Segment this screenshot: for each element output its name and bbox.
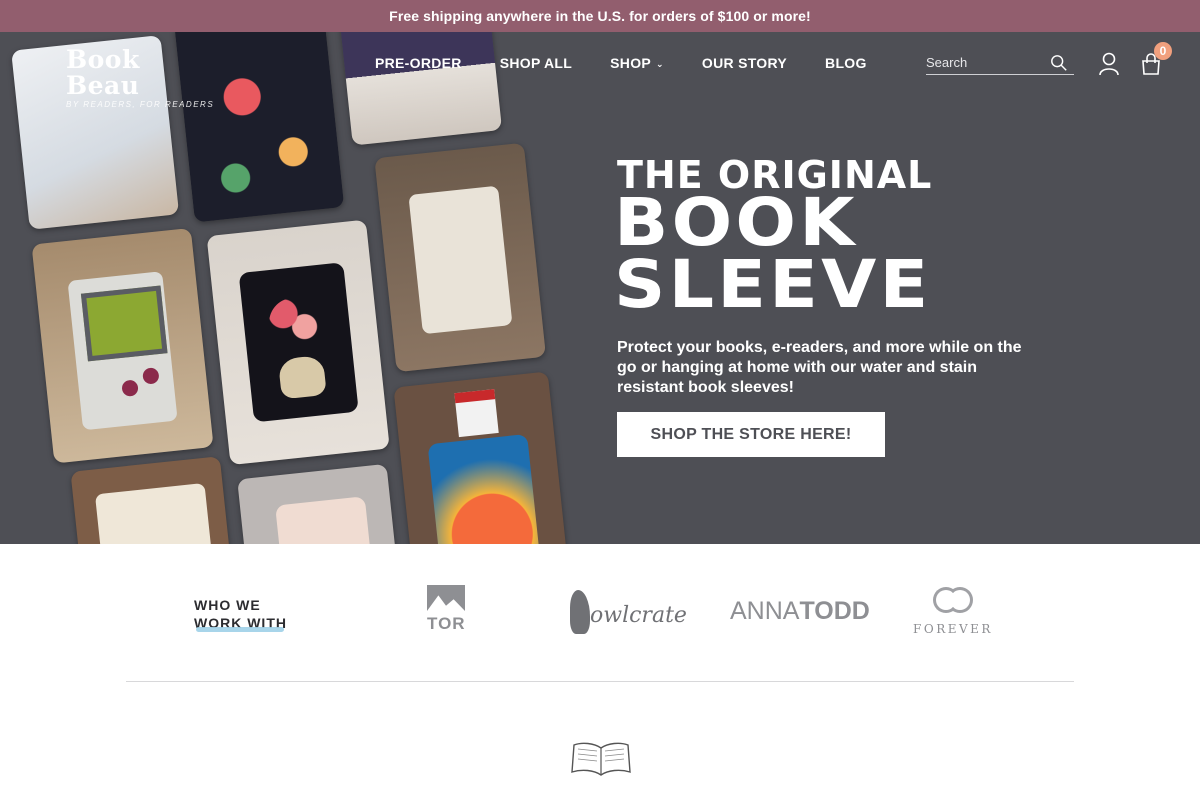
collage-photo bbox=[70, 456, 240, 544]
anna-todd-logo: ANNATODD bbox=[730, 597, 870, 626]
collage-photo bbox=[206, 219, 390, 466]
hero-description: Protect your books, e-readers, and more … bbox=[617, 339, 1022, 396]
search-bar bbox=[926, 51, 1074, 75]
search-icon[interactable] bbox=[1050, 54, 1068, 72]
nav-item-pre-order[interactable]: PRE-ORDER bbox=[375, 55, 462, 71]
collage-photo bbox=[374, 142, 547, 373]
nav-item-our-story[interactable]: OUR STORY bbox=[702, 55, 787, 71]
search-input[interactable] bbox=[926, 51, 1041, 73]
partners-heading-line: WHO WE bbox=[194, 597, 261, 613]
nav-label: OUR STORY bbox=[701, 55, 788, 71]
forever-logo: FOREVER bbox=[912, 585, 994, 639]
owlcrate-logo-text: owlcrate bbox=[590, 603, 687, 628]
nav-label: PRE-ORDER bbox=[375, 55, 462, 71]
forever-rings-icon bbox=[931, 585, 975, 613]
tor-logo-text: TOR bbox=[427, 614, 466, 633]
collage-photo bbox=[393, 371, 572, 544]
site-logo[interactable]: Book Beau BY READERS, FOR READERS bbox=[66, 45, 216, 110]
collage-photo bbox=[337, 32, 503, 146]
nav-label: SHOP ALL bbox=[499, 55, 573, 71]
heading-underline bbox=[196, 627, 284, 632]
owlcrate-logo: owlcrate bbox=[568, 588, 687, 638]
anna-todd-first: ANNA bbox=[730, 597, 800, 625]
nav-item-shop-all[interactable]: SHOP ALL bbox=[500, 55, 572, 71]
nav-label: BLOG bbox=[825, 55, 867, 71]
main-nav: PRE-ORDER SHOP ALL SHOP ⌄ OUR STORY BLOG bbox=[375, 55, 905, 71]
account-icon[interactable] bbox=[1098, 52, 1120, 76]
collage-photo bbox=[31, 227, 214, 464]
nav-label: SHOP bbox=[610, 55, 652, 71]
nav-item-blog[interactable]: BLOG bbox=[825, 55, 867, 71]
announcement-bar: Free shipping anywhere in the U.S. for o… bbox=[0, 0, 1200, 32]
hero-title-line: SLEEVE bbox=[614, 246, 932, 323]
section-divider bbox=[126, 681, 1074, 682]
shop-store-button[interactable]: SHOP THE STORE HERE! bbox=[617, 412, 885, 457]
anna-todd-last: TODD bbox=[799, 597, 870, 625]
open-book-icon bbox=[571, 742, 631, 776]
chevron-down-icon: ⌄ bbox=[656, 59, 664, 69]
forever-logo-text: FOREVER bbox=[913, 622, 993, 636]
hero-title-line: BOOK bbox=[614, 184, 858, 261]
nav-item-shop[interactable]: SHOP ⌄ bbox=[610, 55, 664, 71]
tor-logo: TOR bbox=[427, 585, 465, 637]
hero-title: BOOK SLEEVE bbox=[614, 184, 932, 323]
owl-icon bbox=[570, 590, 590, 634]
logo-tagline: BY READERS, FOR READERS bbox=[66, 100, 215, 109]
collage-photo bbox=[237, 463, 405, 544]
cart-count-badge: 0 bbox=[1154, 42, 1172, 60]
logo-title: Book Beau bbox=[66, 45, 140, 100]
partners-heading: WHO WE WORK WITH bbox=[194, 596, 287, 632]
